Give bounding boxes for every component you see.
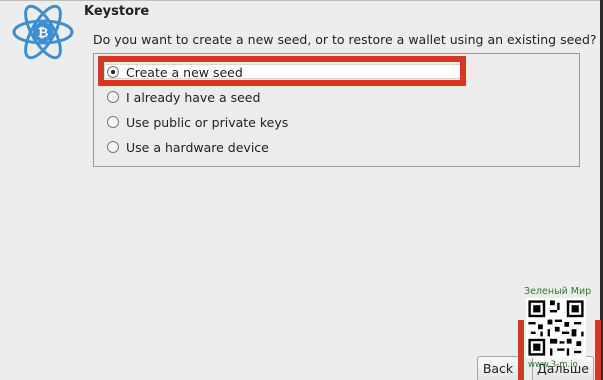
electrum-logo-icon: ₿ — [12, 4, 74, 60]
option-hardware-device[interactable]: Use a hardware device — [107, 139, 269, 155]
page-title: Keystore — [84, 4, 150, 19]
option-label: I already have a seed — [126, 89, 261, 105]
option-public-private-keys[interactable]: Use public or private keys — [107, 114, 288, 130]
option-label: Use public or private keys — [126, 114, 289, 130]
window-top-border — [0, 0, 603, 1]
radio-unchecked-icon[interactable] — [107, 141, 119, 153]
watermark-title: Зеленый Мир — [524, 286, 592, 297]
annotation-highlight-rectangle — [98, 56, 466, 86]
back-button[interactable]: Back — [477, 356, 519, 380]
option-label: Use a hardware device — [126, 139, 269, 155]
radio-unchecked-icon[interactable] — [107, 91, 119, 103]
option-have-seed[interactable]: I already have a seed — [107, 89, 260, 105]
radio-unchecked-icon[interactable] — [107, 116, 119, 128]
svg-text:₿: ₿ — [38, 26, 49, 41]
annotation-highlight-bracket — [518, 320, 601, 380]
question-text: Do you want to create a new seed, or to … — [93, 32, 597, 47]
